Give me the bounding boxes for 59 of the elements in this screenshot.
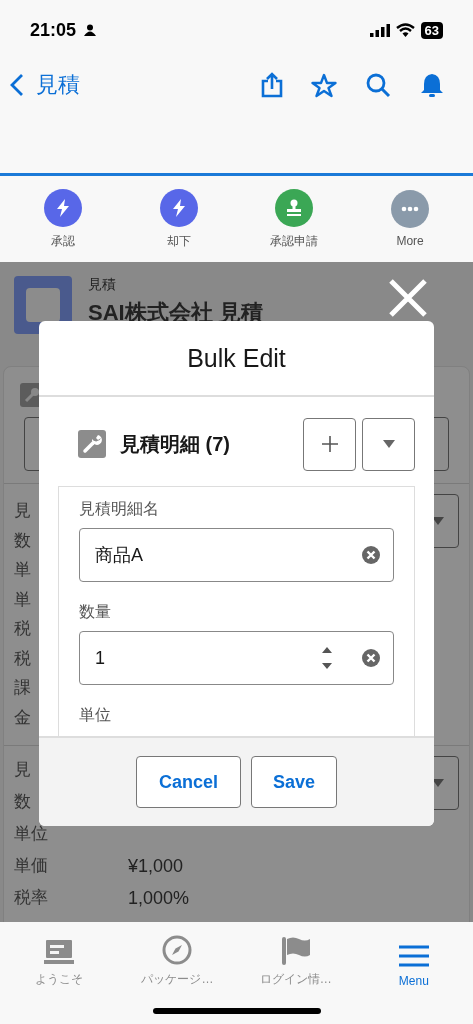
action-button[interactable]: 却下	[120, 176, 237, 262]
field-label: 見	[14, 500, 31, 522]
screen-icon	[44, 939, 75, 965]
field-label: 数	[14, 791, 31, 814]
back-button[interactable]: 見積	[10, 70, 80, 100]
caret-icon	[432, 517, 444, 525]
caret-icon	[432, 779, 444, 787]
plus-icon	[320, 435, 339, 453]
flag-icon	[280, 935, 311, 965]
field-label: 単	[14, 588, 31, 611]
cancel-button[interactable]: Cancel	[136, 756, 241, 808]
field-label: 数量	[79, 602, 112, 622]
field-label: 税	[14, 647, 31, 670]
modal-title: Bulk Edit	[187, 343, 286, 373]
tab[interactable]: パッケージ…	[118, 922, 237, 992]
tab[interactable]: ログイン情…	[236, 922, 355, 992]
battery-indicator: 63	[420, 21, 443, 39]
field-label: 課	[14, 677, 31, 699]
clear-icon[interactable]	[361, 545, 381, 565]
search-icon[interactable]	[365, 72, 391, 98]
field-label: 税率	[14, 887, 48, 910]
field-value: ¥1,000	[128, 855, 184, 877]
compass-icon	[162, 935, 193, 965]
field-label: 見積明細名	[79, 499, 160, 519]
action-button[interactable]: 承認	[5, 176, 121, 262]
action-button[interactable]: 承認申請	[236, 176, 353, 262]
close-icon[interactable]	[388, 278, 428, 318]
signal-icon	[369, 23, 390, 37]
wifi-icon	[395, 23, 415, 37]
add-button[interactable]	[303, 417, 356, 471]
field-label: 単	[14, 559, 31, 581]
field-value: 1,000%	[128, 887, 190, 909]
field-label: 見	[14, 759, 31, 782]
star-icon[interactable]	[311, 72, 337, 98]
tab[interactable]: Menu	[354, 922, 473, 992]
dropdown-button[interactable]	[362, 417, 415, 471]
caret-icon	[382, 440, 395, 448]
save-button[interactable]: Save	[251, 756, 337, 808]
field-label: 金	[14, 706, 31, 729]
field-label: 税	[14, 618, 31, 640]
field-label: 単位	[14, 823, 48, 846]
input-field[interactable]: 1	[79, 631, 394, 685]
field-label: 単位	[79, 705, 112, 725]
section-title: 見積明細 (7)	[120, 431, 230, 457]
field-label: 単価	[14, 855, 48, 878]
clear-icon[interactable]	[361, 648, 381, 668]
back-icon	[10, 73, 24, 97]
action-button[interactable]: More	[352, 176, 468, 262]
menu-icon	[398, 944, 429, 968]
field-label: 数	[14, 529, 31, 552]
input-field[interactable]: 商品A	[79, 528, 394, 582]
person-icon	[84, 24, 97, 36]
tab[interactable]: ようこそ	[0, 922, 119, 992]
wrench-icon	[78, 430, 106, 458]
status-time: 21:05	[30, 19, 77, 41]
bell-icon[interactable]	[419, 72, 445, 98]
object-label: 見積	[88, 276, 117, 294]
stepper-icon[interactable]	[321, 645, 333, 671]
share-icon[interactable]	[261, 72, 283, 98]
